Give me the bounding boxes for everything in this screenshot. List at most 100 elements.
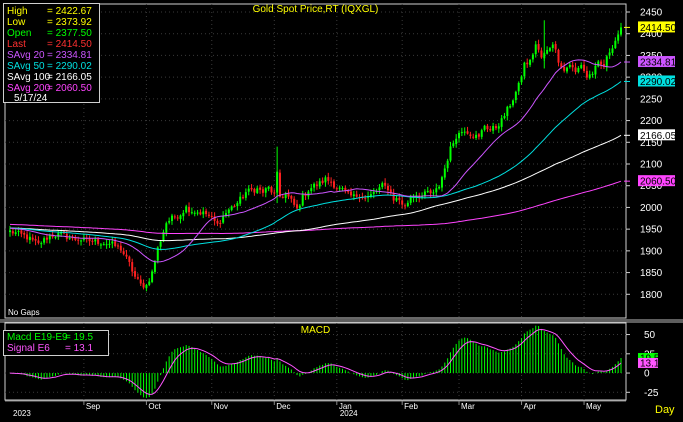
candle-body xyxy=(284,193,287,199)
candle-body xyxy=(512,100,515,106)
candle-body xyxy=(97,238,100,244)
candle-body xyxy=(250,187,253,190)
candle-body xyxy=(290,195,293,199)
candle-body xyxy=(426,191,429,193)
candle-body xyxy=(193,212,196,214)
candle-body xyxy=(219,223,222,225)
candle-body xyxy=(480,130,483,137)
price-tick-label: 1950 xyxy=(640,225,663,236)
info-open-value: = 2377.50 xyxy=(47,28,92,39)
info-low-label: Low xyxy=(7,17,26,28)
candle-body xyxy=(503,116,506,119)
candle-body xyxy=(443,168,446,178)
candle-body xyxy=(435,188,438,193)
candle-body xyxy=(534,44,537,55)
candle-body xyxy=(568,64,571,67)
candle-body xyxy=(247,188,250,192)
candle-body xyxy=(585,70,588,78)
price-tick-label: 2100 xyxy=(640,160,663,171)
info-high-value: = 2422.67 xyxy=(47,6,92,17)
candle-body xyxy=(338,187,341,189)
candle-body xyxy=(227,209,230,214)
candle-body xyxy=(591,73,594,75)
info-savg50: SAvg 50 = 2290.02 xyxy=(7,61,92,72)
candle-body xyxy=(23,233,26,235)
price-tick-label: 1800 xyxy=(640,290,663,301)
price-info-box: High = 2422.67 Low = 2373.92 Open = 2377.50… xyxy=(3,3,100,104)
info-last: Last = 2414.50 xyxy=(7,39,92,50)
info-date: 5/17/24 xyxy=(14,93,48,104)
candle-body xyxy=(108,243,111,245)
price-tick-label: 2250 xyxy=(640,94,663,105)
candle-body xyxy=(253,188,256,193)
candle-body xyxy=(80,240,83,242)
candle-body xyxy=(327,177,330,181)
candle-body xyxy=(28,236,31,241)
candle-body xyxy=(148,281,151,285)
candle-body xyxy=(372,192,375,194)
candle-body xyxy=(355,194,358,197)
candle-body xyxy=(350,191,353,196)
candle-body xyxy=(583,64,586,72)
candle-body xyxy=(617,34,620,41)
candle-body xyxy=(261,189,264,193)
candle-body xyxy=(173,216,176,218)
candle-body xyxy=(352,194,355,197)
candle-body xyxy=(26,234,29,240)
candle-body xyxy=(125,254,128,257)
candle-body xyxy=(571,65,574,68)
candle-body xyxy=(17,230,20,232)
candle-body xyxy=(440,177,443,188)
info-savg20: SAvg 20 = 2334.81 xyxy=(7,50,92,61)
candle-body xyxy=(580,65,583,69)
candle-body xyxy=(341,188,344,190)
candle-body xyxy=(68,237,71,239)
candle-body xyxy=(409,197,412,203)
candle-body xyxy=(34,239,37,241)
candle-body xyxy=(111,241,114,244)
candle-body xyxy=(105,244,108,246)
macd-tick-label: 50 xyxy=(644,330,656,341)
candle-body xyxy=(233,205,236,207)
candle-body xyxy=(273,192,276,194)
candle-body xyxy=(600,61,603,65)
macd-marker-label: 13.1 xyxy=(640,358,660,369)
candle-body xyxy=(620,27,622,35)
candle-body xyxy=(264,188,267,193)
candle-body xyxy=(40,243,43,245)
candle-body xyxy=(122,251,125,255)
candle-body xyxy=(298,205,301,209)
candle-body xyxy=(531,54,534,60)
candle-body xyxy=(236,203,239,207)
price-marker-label: 2060.50 xyxy=(640,177,677,188)
candle-body xyxy=(318,181,321,187)
candle-body xyxy=(330,181,333,183)
candle-body xyxy=(256,188,259,193)
info-low: Low = 2373.92 xyxy=(7,17,92,28)
candle-body xyxy=(136,277,139,279)
candle-body xyxy=(324,177,327,183)
price-marker-label: 2334.81 xyxy=(640,58,677,69)
candle-body xyxy=(492,126,495,131)
candle-body xyxy=(577,67,580,72)
info-open: Open = 2377.50 xyxy=(7,28,92,39)
candle-body xyxy=(321,180,324,183)
candle-body xyxy=(429,190,432,194)
candle-body xyxy=(185,206,188,213)
candle-body xyxy=(20,230,23,234)
candle-body xyxy=(404,205,407,207)
month-label: Mar xyxy=(461,402,475,411)
candle-body xyxy=(551,44,554,49)
candle-body xyxy=(267,186,270,189)
info-savg20-label: SAvg 20 xyxy=(7,50,45,61)
candle-body xyxy=(119,245,122,251)
chart-title: Gold Spot Price,RT (IQXGL) xyxy=(253,4,379,15)
price-marker-label: 2290.02 xyxy=(640,77,677,88)
candle-body xyxy=(455,138,458,145)
candle-body xyxy=(335,188,338,190)
candle-body xyxy=(494,126,497,129)
candle-body xyxy=(9,230,11,233)
candle-body xyxy=(463,131,466,133)
macd-label: Macd E19-E9 xyxy=(7,332,68,343)
chart-canvas: 1800185019001950200020502100215022002250… xyxy=(0,3,683,418)
